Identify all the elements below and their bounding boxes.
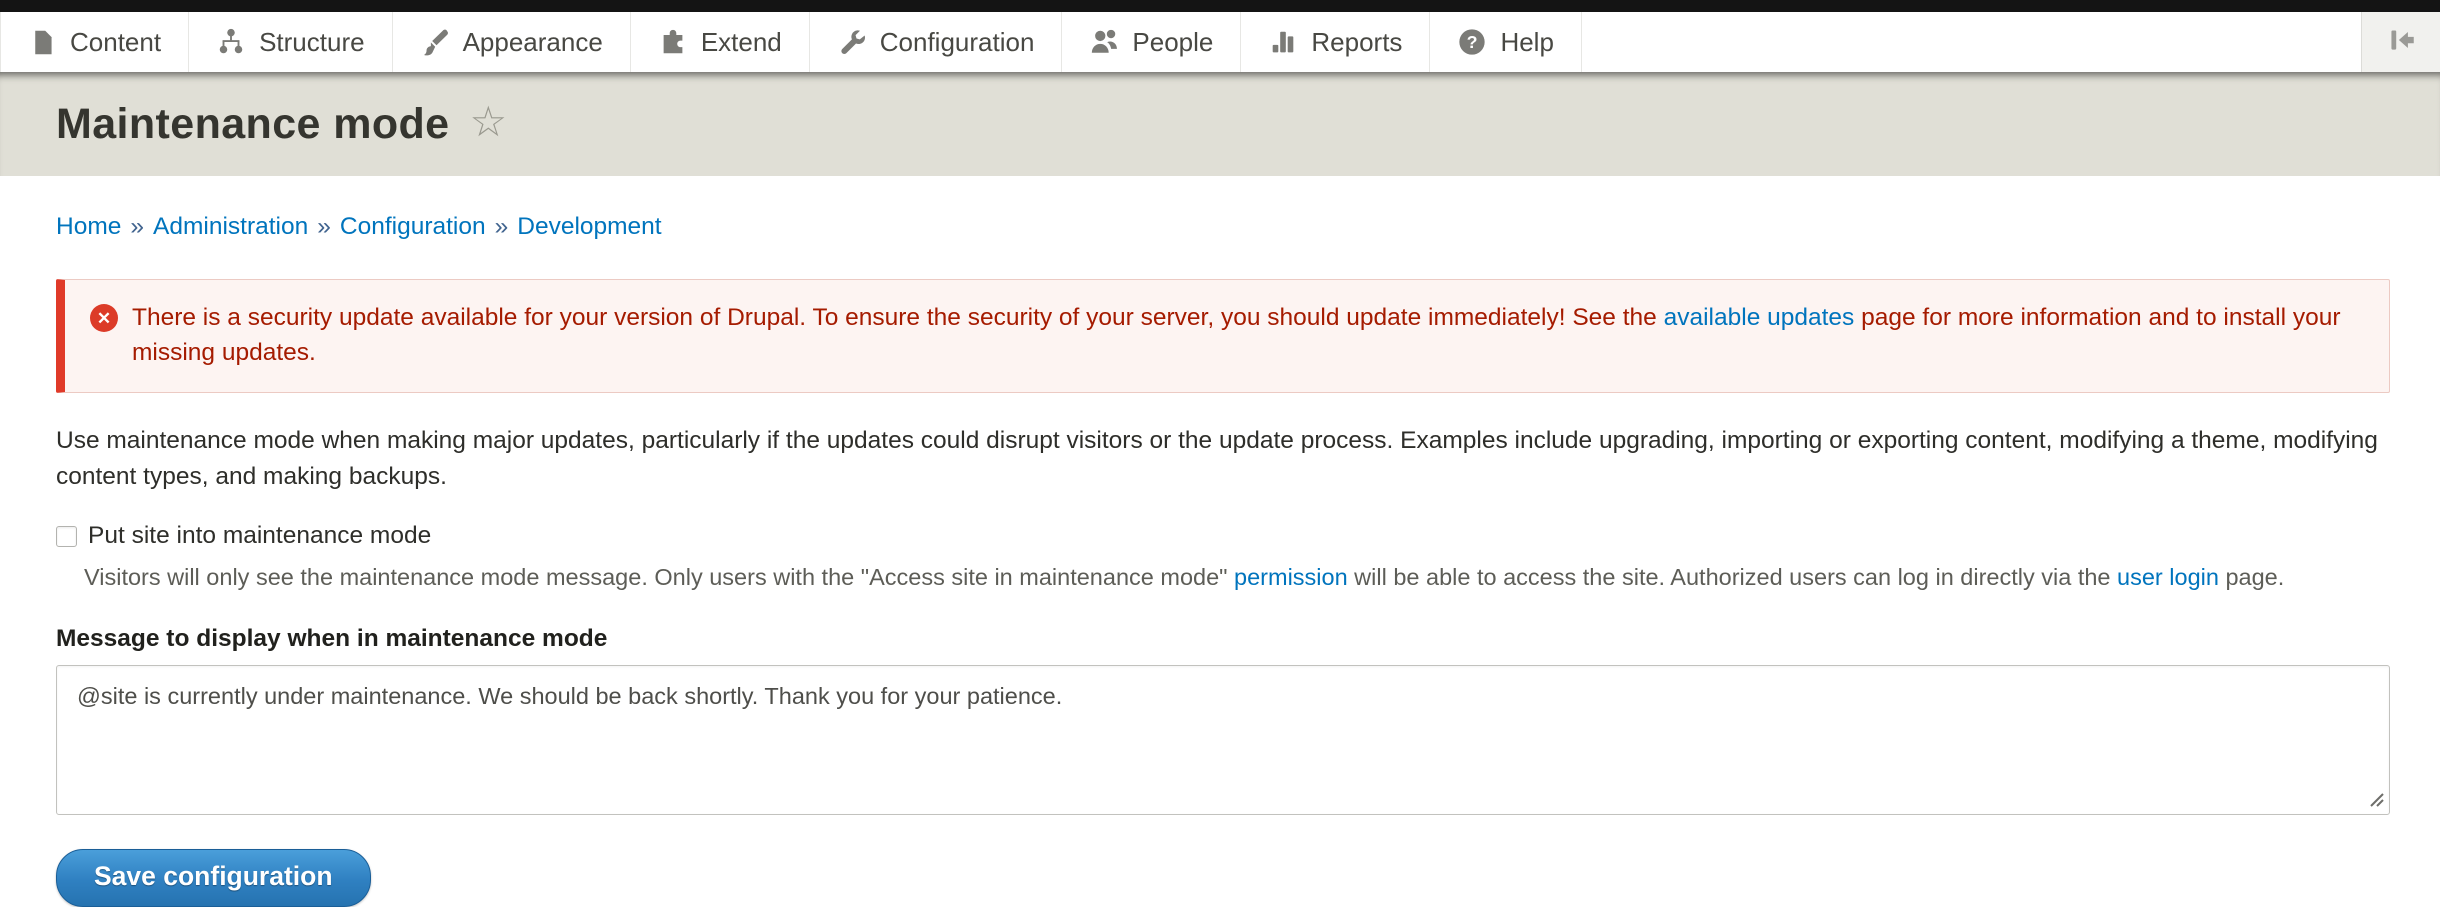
error-icon: ✕ (90, 304, 118, 332)
breadcrumb-development[interactable]: Development (517, 213, 661, 240)
error-message-box: ✕ There is a security update available f… (56, 279, 2390, 393)
favorite-star-icon[interactable]: ☆ (469, 101, 507, 143)
toolbar-tab-label: Content (70, 27, 161, 58)
description-text: page. (2219, 564, 2284, 590)
message-field-label: Message to display when in maintenance m… (56, 625, 2390, 653)
permission-link[interactable]: permission (1234, 564, 1348, 590)
content-icon (28, 28, 57, 57)
page-title: Maintenance mode (56, 100, 449, 149)
page-header: Maintenance mode ☆ (0, 72, 2440, 176)
maintenance-mode-checkbox-label[interactable]: Put site into maintenance mode (88, 522, 431, 550)
maintenance-intro-text: Use maintenance mode when making major u… (56, 423, 2390, 495)
toolbar-tab-label: Configuration (880, 27, 1035, 58)
toolbar-tab-label: People (1132, 27, 1213, 58)
toolbar-tab-people[interactable]: People (1061, 12, 1240, 72)
paintbrush-icon (420, 27, 450, 57)
breadcrumb-administration[interactable]: Administration (153, 213, 308, 240)
toolbar-tab-structure[interactable]: Structure (188, 12, 392, 72)
description-text: Visitors will only see the maintenance m… (84, 564, 1234, 590)
toolbar-tab-extend[interactable]: Extend (630, 12, 809, 72)
svg-text:?: ? (1467, 32, 1478, 52)
toolbar-tab-content[interactable]: Content (0, 12, 188, 72)
structure-icon (216, 27, 246, 57)
toolbar-tab-label: Extend (701, 27, 782, 58)
toolbar-tab-configuration[interactable]: Configuration (809, 12, 1062, 72)
maintenance-mode-checkbox-row: Put site into maintenance mode (56, 522, 2390, 550)
toolbar-tab-reports[interactable]: Reports (1240, 12, 1429, 72)
toolbar-spacer (1582, 12, 2361, 72)
error-text-before: There is a security update available for… (132, 304, 1664, 331)
main-content: Home » Administration » Configuration » Develo… (0, 213, 2440, 907)
breadcrumb-separator: » (495, 213, 509, 240)
maintenance-mode-description: Visitors will only see the maintenance m… (84, 561, 2390, 593)
toolbar-tab-appearance[interactable]: Appearance (392, 12, 630, 72)
help-icon: ? (1457, 27, 1487, 57)
admin-top-strip (0, 0, 2440, 12)
people-icon (1089, 27, 1119, 57)
breadcrumb-separator: » (130, 213, 144, 240)
description-text: will be able to access the site. Authori… (1348, 564, 2117, 590)
breadcrumb-home[interactable]: Home (56, 213, 121, 240)
available-updates-link[interactable]: available updates (1664, 304, 1855, 331)
toolbar-tab-help[interactable]: ? Help (1429, 12, 1581, 72)
wrench-icon (837, 27, 867, 57)
breadcrumb-separator: » (317, 213, 331, 240)
toolbar-tab-label: Structure (259, 27, 365, 58)
message-textarea-wrap: @site is currently under maintenance. We… (56, 665, 2390, 815)
user-login-link[interactable]: user login (2117, 564, 2219, 590)
bar-chart-icon (1268, 27, 1298, 57)
collapse-left-icon (2384, 23, 2418, 62)
textarea-resize-handle[interactable] (2367, 790, 2385, 808)
puzzle-icon (658, 27, 688, 57)
toolbar-tab-label: Reports (1311, 27, 1402, 58)
toolbar-tab-label: Appearance (463, 27, 603, 58)
admin-toolbar: Content Structure Appearance Extend Conf… (0, 12, 2440, 72)
maintenance-message-textarea[interactable]: @site is currently under maintenance. We… (56, 665, 2390, 815)
toolbar-tab-label: Help (1500, 27, 1553, 58)
toolbar-collapse-button[interactable] (2361, 12, 2440, 72)
breadcrumb: Home » Administration » Configuration » Develo… (56, 213, 2390, 241)
save-configuration-button[interactable]: Save configuration (56, 849, 371, 907)
breadcrumb-configuration[interactable]: Configuration (340, 213, 486, 240)
maintenance-mode-checkbox[interactable] (56, 526, 77, 547)
